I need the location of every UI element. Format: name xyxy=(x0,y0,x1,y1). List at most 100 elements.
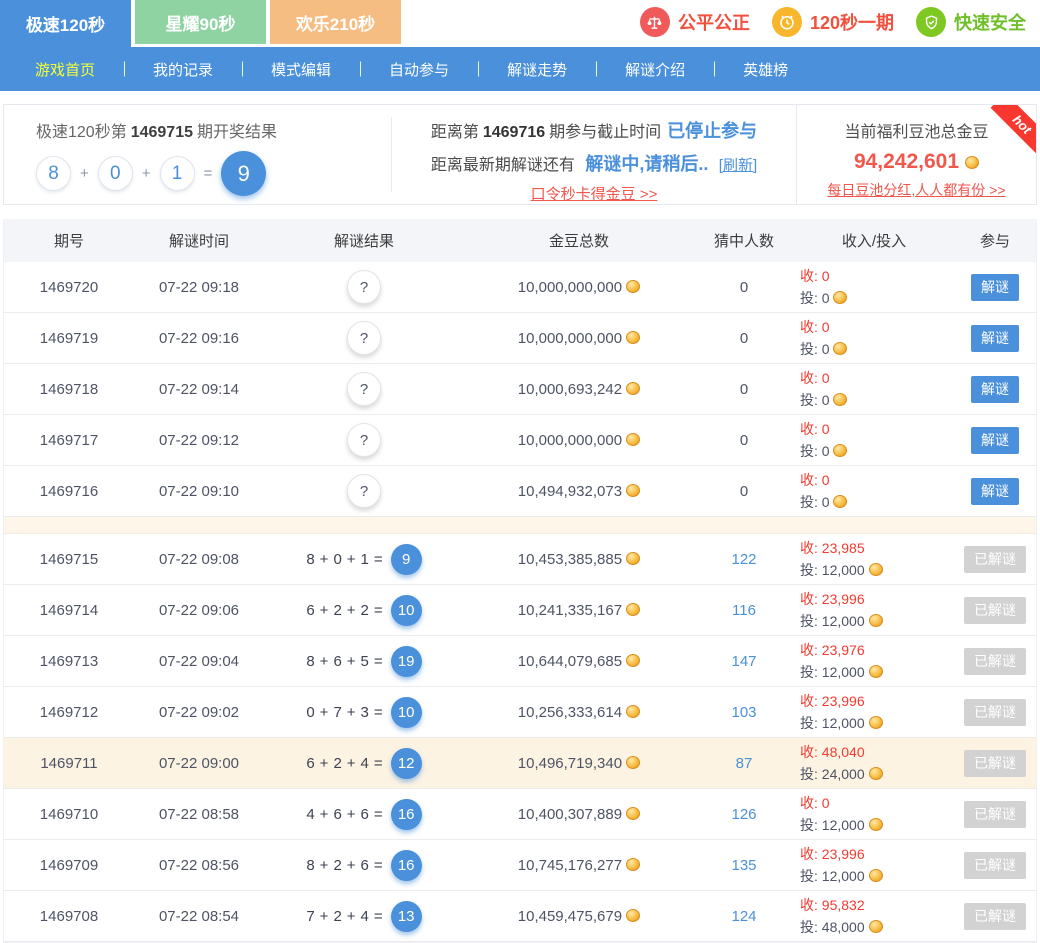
pending-question-circle: ? xyxy=(347,474,381,508)
deadline-mid: 期参与截止时间 xyxy=(549,124,661,141)
badge-safety-label: 快速安全 xyxy=(954,9,1026,35)
cell-action: 已解谜 xyxy=(954,903,1036,930)
cell-guessed[interactable]: 103 xyxy=(694,704,794,721)
cell-guessed[interactable]: 126 xyxy=(694,806,794,823)
solved-button[interactable]: 已解谜 xyxy=(964,546,1026,573)
cell-guessed[interactable]: 147 xyxy=(694,653,794,670)
table-header: 期号 解谜时间 解谜结果 金豆总数 猜中人数 收入/投入 参与 xyxy=(4,219,1036,262)
cell-result: ? xyxy=(264,321,464,355)
table-row: 1469712 07-22 09:02 0+7+3= 10 10,256,333… xyxy=(4,687,1036,738)
tab-happy-210s[interactable]: 欢乐210秒 xyxy=(270,0,401,44)
cell-issue: 1469716 xyxy=(4,483,134,500)
result-sum-badge: 12 xyxy=(391,748,422,779)
table-row: 1469711 07-22 09:00 6+2+4= 12 10,496,719… xyxy=(4,738,1036,789)
cell-pool: 10,453,385,885 xyxy=(464,551,694,568)
cell-pool: 10,000,000,000 xyxy=(464,432,694,449)
solve-button[interactable]: 解谜 xyxy=(971,325,1019,352)
coin-icon xyxy=(626,654,640,667)
invest-line: 投: 12,000 xyxy=(800,610,954,632)
refresh-link[interactable]: [刷新] xyxy=(719,157,757,174)
cell-result: ? xyxy=(264,423,464,457)
result-sum-badge: 13 xyxy=(391,901,422,932)
cell-pool: 10,000,000,000 xyxy=(464,330,694,347)
cell-guessed[interactable]: 135 xyxy=(694,857,794,874)
tab-speed-120s[interactable]: 极速120秒 xyxy=(0,0,131,47)
income-line: 收: 23,996 xyxy=(800,843,954,865)
coin-icon xyxy=(833,291,847,304)
draw-number-3: 1 xyxy=(160,156,195,191)
income-line: 收: 48,040 xyxy=(800,741,954,763)
cell-guessed[interactable]: 122 xyxy=(694,551,794,568)
coin-icon xyxy=(869,818,883,831)
plus-sign: + xyxy=(142,165,151,182)
header-time: 解谜时间 xyxy=(134,230,264,251)
coin-icon xyxy=(869,920,883,933)
badge-fairness-label: 公平公正 xyxy=(678,9,750,35)
game-tabbar: 极速120秒 星耀90秒 欢乐210秒 公平公正 120秒一期 快速安全 xyxy=(0,0,1040,47)
solve-button[interactable]: 解谜 xyxy=(971,376,1019,403)
coin-icon xyxy=(965,156,979,169)
nav-item-0[interactable]: 游戏首页 xyxy=(6,59,124,80)
solved-button[interactable]: 已解谜 xyxy=(964,852,1026,879)
result-formula: 0+7+3= 10 xyxy=(306,697,421,728)
cell-result: 4+6+6= 16 xyxy=(264,799,464,830)
solve-button[interactable]: 解谜 xyxy=(971,427,1019,454)
coin-icon xyxy=(626,433,640,446)
pending-question-circle: ? xyxy=(347,372,381,406)
table-row: 1469719 07-22 09:16 ? 10,000,000,000 0 收… xyxy=(4,313,1036,364)
invest-line: 投: 48,000 xyxy=(800,916,954,938)
promo-link[interactable]: 口令秒卡得金豆 >> xyxy=(531,186,658,203)
solve-button[interactable]: 解谜 xyxy=(971,274,1019,301)
cell-pool: 10,459,475,679 xyxy=(464,908,694,925)
nav-item-6[interactable]: 英雄榜 xyxy=(714,59,817,80)
pool-amount: 94,242,601 xyxy=(854,150,959,174)
cell-guessed[interactable]: 124 xyxy=(694,908,794,925)
solved-button[interactable]: 已解谜 xyxy=(964,801,1026,828)
income-line: 收: 0 xyxy=(800,792,954,814)
solving-line: 距离最新期解谜还有 解谜中,请稍后.. [刷新] xyxy=(392,150,796,176)
badge-fairness: 公平公正 xyxy=(640,7,750,37)
cell-income: 收: 23,996 投: 12,000 xyxy=(794,588,954,632)
invest-line: 投: 0 xyxy=(800,389,954,411)
cell-issue: 1469713 xyxy=(4,653,134,670)
income-line: 收: 0 xyxy=(800,367,954,389)
table-row: 1469720 07-22 09:18 ? 10,000,000,000 0 收… xyxy=(4,262,1036,313)
income-line: 收: 0 xyxy=(800,316,954,338)
cell-action: 已解谜 xyxy=(954,546,1036,573)
solved-button[interactable]: 已解谜 xyxy=(964,750,1026,777)
table-row: 1469717 07-22 09:12 ? 10,000,000,000 0 收… xyxy=(4,415,1036,466)
cell-action: 已解谜 xyxy=(954,648,1036,675)
pool-dividend-link[interactable]: 每日豆池分红,人人都有份 >> xyxy=(827,180,1005,200)
solve-button[interactable]: 解谜 xyxy=(971,478,1019,505)
nav-item-1[interactable]: 我的记录 xyxy=(124,59,242,80)
cell-guessed[interactable]: 116 xyxy=(694,602,794,619)
cell-guessed[interactable]: 87 xyxy=(694,755,794,772)
pending-question-circle: ? xyxy=(347,423,381,457)
solved-button[interactable]: 已解谜 xyxy=(964,699,1026,726)
nav-item-2[interactable]: 模式编辑 xyxy=(242,59,360,80)
income-line: 收: 23,996 xyxy=(800,588,954,610)
coin-icon xyxy=(833,342,847,355)
cell-time: 07-22 09:18 xyxy=(134,279,264,296)
cell-time: 07-22 09:10 xyxy=(134,483,264,500)
cell-issue: 1469714 xyxy=(4,602,134,619)
header-issue: 期号 xyxy=(4,230,134,251)
nav-item-5[interactable]: 解谜介绍 xyxy=(596,59,714,80)
result-formula: 6+2+2= 10 xyxy=(306,595,421,626)
coin-icon xyxy=(626,331,640,344)
nav-item-3[interactable]: 自动参与 xyxy=(360,59,478,80)
tab-star-90s[interactable]: 星耀90秒 xyxy=(135,0,266,44)
solved-button[interactable]: 已解谜 xyxy=(964,648,1026,675)
solving-prefix: 距离最新期解谜还有 xyxy=(431,157,575,174)
cell-income: 收: 0 投: 0 xyxy=(794,367,954,411)
header-income: 收入/投入 xyxy=(794,230,954,251)
solved-button[interactable]: 已解谜 xyxy=(964,597,1026,624)
result-formula: 7+2+4= 13 xyxy=(306,901,421,932)
cell-result: 7+2+4= 13 xyxy=(264,901,464,932)
nav-item-4[interactable]: 解谜走势 xyxy=(478,59,596,80)
solved-button[interactable]: 已解谜 xyxy=(964,903,1026,930)
cell-income: 收: 0 投: 12,000 xyxy=(794,792,954,836)
cell-income: 收: 23,976 投: 12,000 xyxy=(794,639,954,683)
invest-line: 投: 12,000 xyxy=(800,559,954,581)
cell-issue: 1469711 xyxy=(4,755,134,772)
